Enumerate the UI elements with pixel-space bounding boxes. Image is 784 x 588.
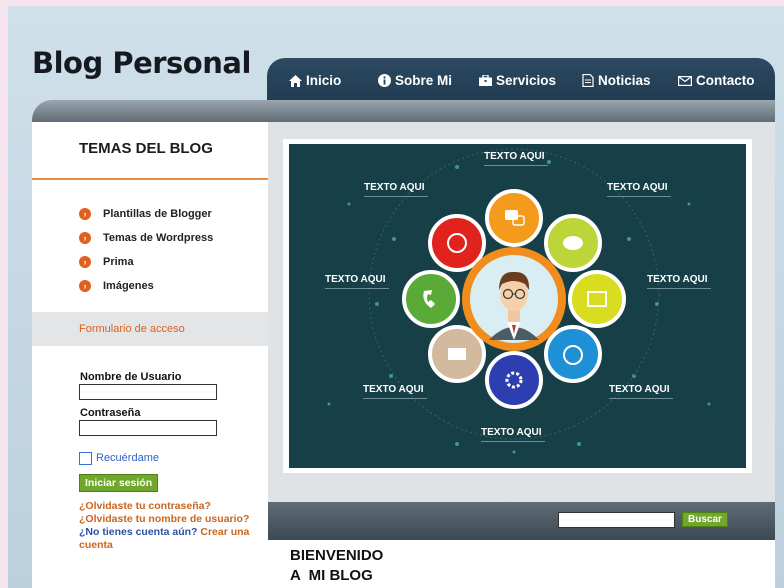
main-content: TEXTO AQUI TEXTO AQUI TEXTO AQUI TEXTO A… xyxy=(268,122,775,588)
forgot-password-link[interactable]: ¿Olvidaste tu contraseña? xyxy=(79,500,264,513)
search-bar: Buscar xyxy=(268,502,775,540)
featured-image-frame: TEXTO AQUI TEXTO AQUI TEXTO AQUI TEXTO A… xyxy=(283,139,752,473)
nav-item-inicio[interactable]: Inicio xyxy=(289,73,341,88)
sidebar-heading: TEMAS DEL BLOG xyxy=(79,140,213,157)
topic-item-temas[interactable]: › Temas de Wordpress xyxy=(79,226,213,250)
content-lower: Buscar BIENVENIDO A MI BLOG xyxy=(268,502,775,588)
infographic: TEXTO AQUI TEXTO AQUI TEXTO AQUI TEXTO A… xyxy=(289,144,746,468)
label-underline xyxy=(481,441,545,442)
briefcase-icon xyxy=(479,75,492,86)
topic-item-prima[interactable]: › Prima xyxy=(79,250,213,274)
label-underline xyxy=(364,196,428,197)
login-form-header: Formulario de acceso xyxy=(32,312,268,346)
infographic-label: TEXTO AQUI xyxy=(363,384,424,395)
password-field[interactable] xyxy=(79,420,217,436)
infographic-label: TEXTO AQUI xyxy=(609,384,670,395)
forgot-username-link[interactable]: ¿Olvidaste tu nombre de usuario? xyxy=(79,513,264,526)
search-input[interactable] xyxy=(558,512,675,528)
info-icon xyxy=(378,74,391,87)
sidebar-header: TEMAS DEL BLOG xyxy=(32,122,268,180)
document-icon xyxy=(582,74,594,87)
welcome-heading: BIENVENIDO A MI BLOG xyxy=(290,546,383,586)
chevron-right-icon: › xyxy=(79,280,91,292)
topic-item-imagenes[interactable]: › Imágenes xyxy=(79,274,213,298)
remember-label[interactable]: Recuérdame xyxy=(96,452,159,464)
home-icon xyxy=(289,74,302,87)
mail-icon xyxy=(678,75,692,86)
topic-label: Imágenes xyxy=(103,280,154,292)
login-button[interactable]: Iniciar sesión xyxy=(79,474,159,492)
nav-item-noticias[interactable]: Noticias xyxy=(582,73,651,88)
label-underline xyxy=(607,196,671,197)
infographic-label: TEXTO AQUI xyxy=(325,274,386,285)
page: Blog Personal Inicio Sobre Mi Servicios … xyxy=(8,6,784,588)
label-underline xyxy=(647,288,711,289)
welcome-line-2: A MI BLOG xyxy=(290,567,373,584)
infographic-label: TEXTO AQUI xyxy=(484,151,545,162)
nav-item-sobre-mi[interactable]: Sobre Mi xyxy=(378,73,452,88)
site-title: Blog Personal xyxy=(32,46,251,80)
chevron-right-icon: › xyxy=(79,232,91,244)
infographic-label: TEXTO AQUI xyxy=(607,182,668,193)
infographic-label: TEXTO AQUI xyxy=(481,427,542,438)
infographic-label: TEXTO AQUI xyxy=(364,182,425,193)
topic-label: Temas de Wordpress xyxy=(103,232,214,244)
nav-label: Sobre Mi xyxy=(395,73,453,88)
username-field[interactable] xyxy=(79,384,217,400)
no-account-link[interactable]: ¿No tienes cuenta aún? xyxy=(79,526,197,538)
search-button[interactable]: Buscar xyxy=(682,512,728,527)
infographic-graphic xyxy=(327,148,711,454)
topic-item-plantillas[interactable]: › Plantillas de Blogger xyxy=(79,202,213,226)
welcome-line-1: BIENVENIDO xyxy=(290,547,384,564)
label-underline xyxy=(363,398,427,399)
top-navigation: Inicio Sobre Mi Servicios Noticias Conta… xyxy=(267,58,775,104)
username-label: Nombre de Usuario xyxy=(80,371,182,383)
chevron-right-icon: › xyxy=(79,256,91,268)
label-underline xyxy=(609,398,673,399)
nav-label: Noticias xyxy=(598,73,651,88)
label-underline xyxy=(325,288,389,289)
account-links: ¿Olvidaste tu contraseña? ¿Olvidaste tu … xyxy=(79,500,264,552)
infographic-label: TEXTO AQUI xyxy=(647,274,708,285)
nav-label: Contacto xyxy=(696,73,755,88)
nav-item-contacto[interactable]: Contacto xyxy=(678,73,755,88)
topic-label: Plantillas de Blogger xyxy=(103,208,212,220)
nav-item-servicios[interactable]: Servicios xyxy=(479,73,556,88)
speech-bubble-icon xyxy=(563,236,583,250)
remember-checkbox[interactable] xyxy=(79,452,92,465)
label-underline xyxy=(484,165,548,166)
chat-icon xyxy=(505,210,518,220)
chevron-right-icon: › xyxy=(79,208,91,220)
password-label: Contraseña xyxy=(80,407,141,419)
envelope-icon xyxy=(448,348,466,360)
nav-label: Servicios xyxy=(496,73,557,88)
nav-label: Inicio xyxy=(306,73,342,88)
topic-list: › Plantillas de Blogger › Temas de Wordpre… xyxy=(79,202,213,298)
topic-label: Prima xyxy=(103,256,134,268)
header-bar xyxy=(32,100,775,122)
sidebar: TEMAS DEL BLOG › Plantillas de Blogger › T… xyxy=(32,122,268,588)
login-form-heading: Formulario de acceso xyxy=(79,323,185,335)
